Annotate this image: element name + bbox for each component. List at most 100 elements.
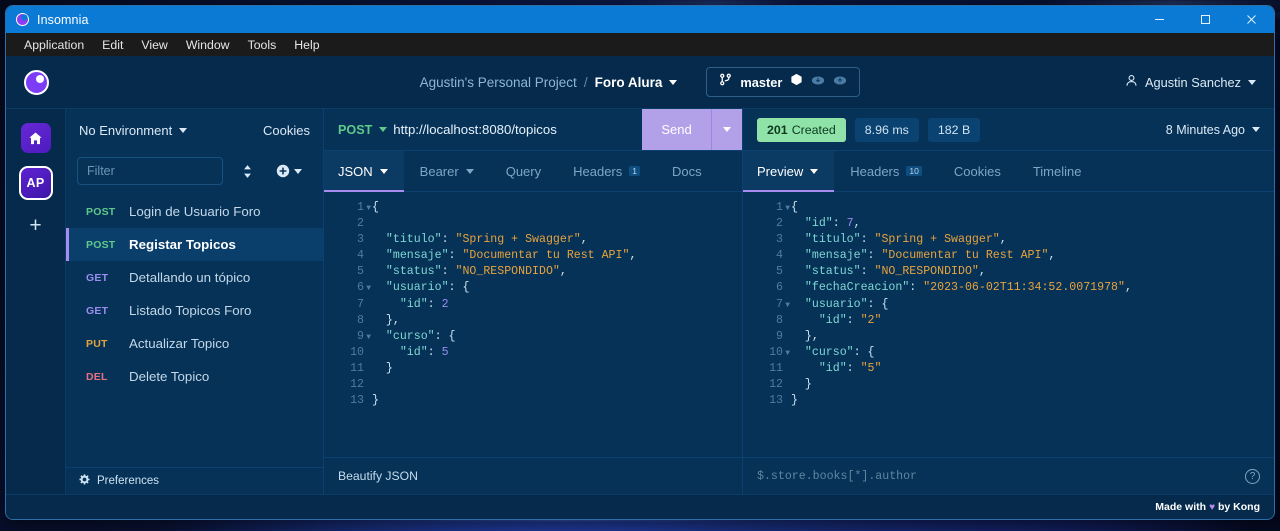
minimize-button[interactable]: [1136, 6, 1182, 33]
project-avatar[interactable]: AP: [18, 166, 53, 200]
add-request-button[interactable]: [276, 164, 302, 178]
help-icon[interactable]: ?: [1245, 468, 1260, 484]
response-filter-input[interactable]: $.store.books[*].author: [757, 470, 917, 483]
tab-query[interactable]: Query: [490, 151, 557, 191]
cloud-upload-icon[interactable]: [833, 73, 847, 91]
fold-toggle-icon[interactable]: ▼: [785, 346, 790, 362]
tab-auth-bearer[interactable]: Bearer: [404, 151, 490, 191]
code-token: :: [441, 233, 456, 247]
menu-item-view[interactable]: View: [132, 36, 176, 54]
request-method: POST: [86, 238, 116, 251]
code-token: : {: [448, 281, 470, 295]
fold-toggle-icon[interactable]: ▼: [366, 281, 371, 297]
line-number: 2: [357, 217, 364, 231]
tab-body-json[interactable]: JSON: [324, 151, 404, 192]
branch-selector[interactable]: master: [706, 67, 861, 97]
fold-toggle-icon[interactable]: ▼: [785, 298, 790, 314]
line-number: 10 ▼: [743, 345, 790, 361]
tab-headers[interactable]: Headers 1: [557, 151, 656, 191]
tab-response-headers[interactable]: Headers 10: [834, 151, 938, 191]
request-item-detallando-un-topico[interactable]: GET Detallando un tópico: [66, 261, 323, 294]
code-token: }: [791, 394, 798, 408]
status-code: 201: [767, 122, 788, 137]
request-method: GET: [86, 304, 109, 317]
url-bar: POST http://localhost:8080/topicos Send: [324, 109, 742, 151]
cloud-download-icon[interactable]: [811, 73, 825, 91]
breadcrumb-project[interactable]: Agustin's Personal Project: [420, 75, 577, 90]
heart-icon: ♥: [1209, 501, 1215, 513]
beautify-json-button[interactable]: Beautify JSON: [338, 469, 418, 483]
url-input[interactable]: http://localhost:8080/topicos: [393, 109, 642, 150]
code-token: "titulo": [372, 233, 442, 247]
fold-toggle-icon[interactable]: ▼: [785, 201, 790, 217]
tab-label: JSON: [338, 163, 373, 179]
code-token: : {: [867, 297, 889, 311]
environment-selector[interactable]: No Environment: [79, 123, 188, 138]
menu-item-application[interactable]: Application: [15, 36, 93, 54]
close-button[interactable]: [1228, 6, 1274, 33]
package-icon[interactable]: [790, 73, 803, 91]
send-options-button[interactable]: [711, 109, 742, 150]
request-method: DEL: [86, 370, 108, 383]
tab-label: Bearer: [419, 163, 459, 179]
code-token: "mensaje": [791, 249, 868, 263]
request-body-code[interactable]: { "titulo": "Spring + Swagger", "mensaje…: [370, 200, 742, 457]
filter-input[interactable]: [77, 157, 223, 185]
add-project-button[interactable]: +: [29, 215, 41, 236]
send-button[interactable]: Send: [642, 109, 711, 150]
response-body-code[interactable]: { "id": 7, "titulo": "Spring + Swagger",…: [789, 200, 1274, 457]
request-body-editor[interactable]: 1 ▼ 2 3 4 5 6 ▼ 7 8 9 ▼ 10 11 12 13 { "titulo": "Spring…: [324, 192, 742, 457]
app-body: AP + No Environment Cookies Filter POST …: [6, 109, 1274, 494]
request-method: POST: [86, 205, 116, 218]
code-token: "id": [791, 217, 833, 231]
line-number: 5: [776, 265, 783, 279]
tab-preview[interactable]: Preview: [743, 151, 835, 192]
preferences-button[interactable]: Preferences: [66, 467, 323, 494]
code-token: {: [791, 201, 798, 214]
home-icon[interactable]: [20, 123, 51, 153]
code-token: "usuario": [791, 297, 868, 311]
menu-item-window[interactable]: Window: [177, 36, 239, 54]
code-line: "titulo": "Spring + Swagger",: [791, 232, 1274, 248]
code-token: "id": [372, 345, 428, 359]
line-number: 8: [776, 313, 783, 327]
chevron-down-icon: [465, 168, 474, 174]
code-token: :: [909, 281, 924, 295]
request-item-login-de-usuario-foro[interactable]: POST Login de Usuario Foro: [66, 195, 323, 228]
code-line: "status": "NO_RESPONDIDO",: [791, 264, 1274, 280]
request-item-delete-topico[interactable]: DEL Delete Topico: [66, 360, 323, 393]
fold-toggle-icon[interactable]: ▼: [366, 201, 371, 217]
line-number: 9: [776, 329, 783, 343]
menu-item-tools[interactable]: Tools: [239, 36, 286, 54]
user-account-menu[interactable]: Agustin Sanchez: [1125, 74, 1256, 90]
code-line: "fechaCreacion": "2023-06-02T11:34:52.00…: [791, 280, 1274, 296]
code-token: "Spring + Swagger": [455, 233, 581, 247]
menu-item-help[interactable]: Help: [285, 36, 328, 54]
breadcrumb-workspace[interactable]: Foro Alura: [595, 75, 663, 90]
line-number: 1 ▼: [743, 200, 790, 216]
tab-response-cookies[interactable]: Cookies: [938, 151, 1017, 191]
chevron-down-icon[interactable]: [1248, 79, 1256, 85]
request-item-registar-topicos[interactable]: POST Registar Topicos: [66, 228, 323, 261]
response-history-selector[interactable]: 8 Minutes Ago: [1166, 123, 1260, 137]
status-badge[interactable]: 201 Created: [757, 117, 846, 142]
code-token: "curso": [372, 329, 435, 343]
fold-toggle-icon[interactable]: ▼: [366, 330, 371, 346]
code-token: "curso": [791, 345, 854, 359]
maximize-button[interactable]: [1182, 6, 1228, 33]
menu-item-edit[interactable]: Edit: [93, 36, 132, 54]
sort-icon[interactable]: [241, 164, 254, 179]
tab-timeline[interactable]: Timeline: [1017, 151, 1098, 191]
made-with-prefix: Made with: [1155, 501, 1207, 513]
cookies-button[interactable]: Cookies: [263, 123, 310, 138]
request-item-actualizar-topico[interactable]: PUT Actualizar Topico: [66, 327, 323, 360]
chevron-down-icon[interactable]: [669, 79, 678, 85]
tab-label: Headers: [850, 163, 900, 179]
request-item-listado-topicos-foro[interactable]: GET Listado Topicos Foro: [66, 294, 323, 327]
http-method-selector[interactable]: POST: [324, 109, 393, 150]
line-number: 12: [769, 378, 783, 392]
line-number: 4: [776, 249, 783, 263]
tab-docs[interactable]: Docs: [656, 151, 718, 191]
response-body-viewer[interactable]: 1 ▼ 2 3 4 5 6 7 ▼ 8 9 10 ▼ 11 12 13 { "id": 7, "titulo"…: [743, 192, 1274, 457]
menu-bar: Application Edit View Window Tools Help: [6, 33, 1274, 56]
